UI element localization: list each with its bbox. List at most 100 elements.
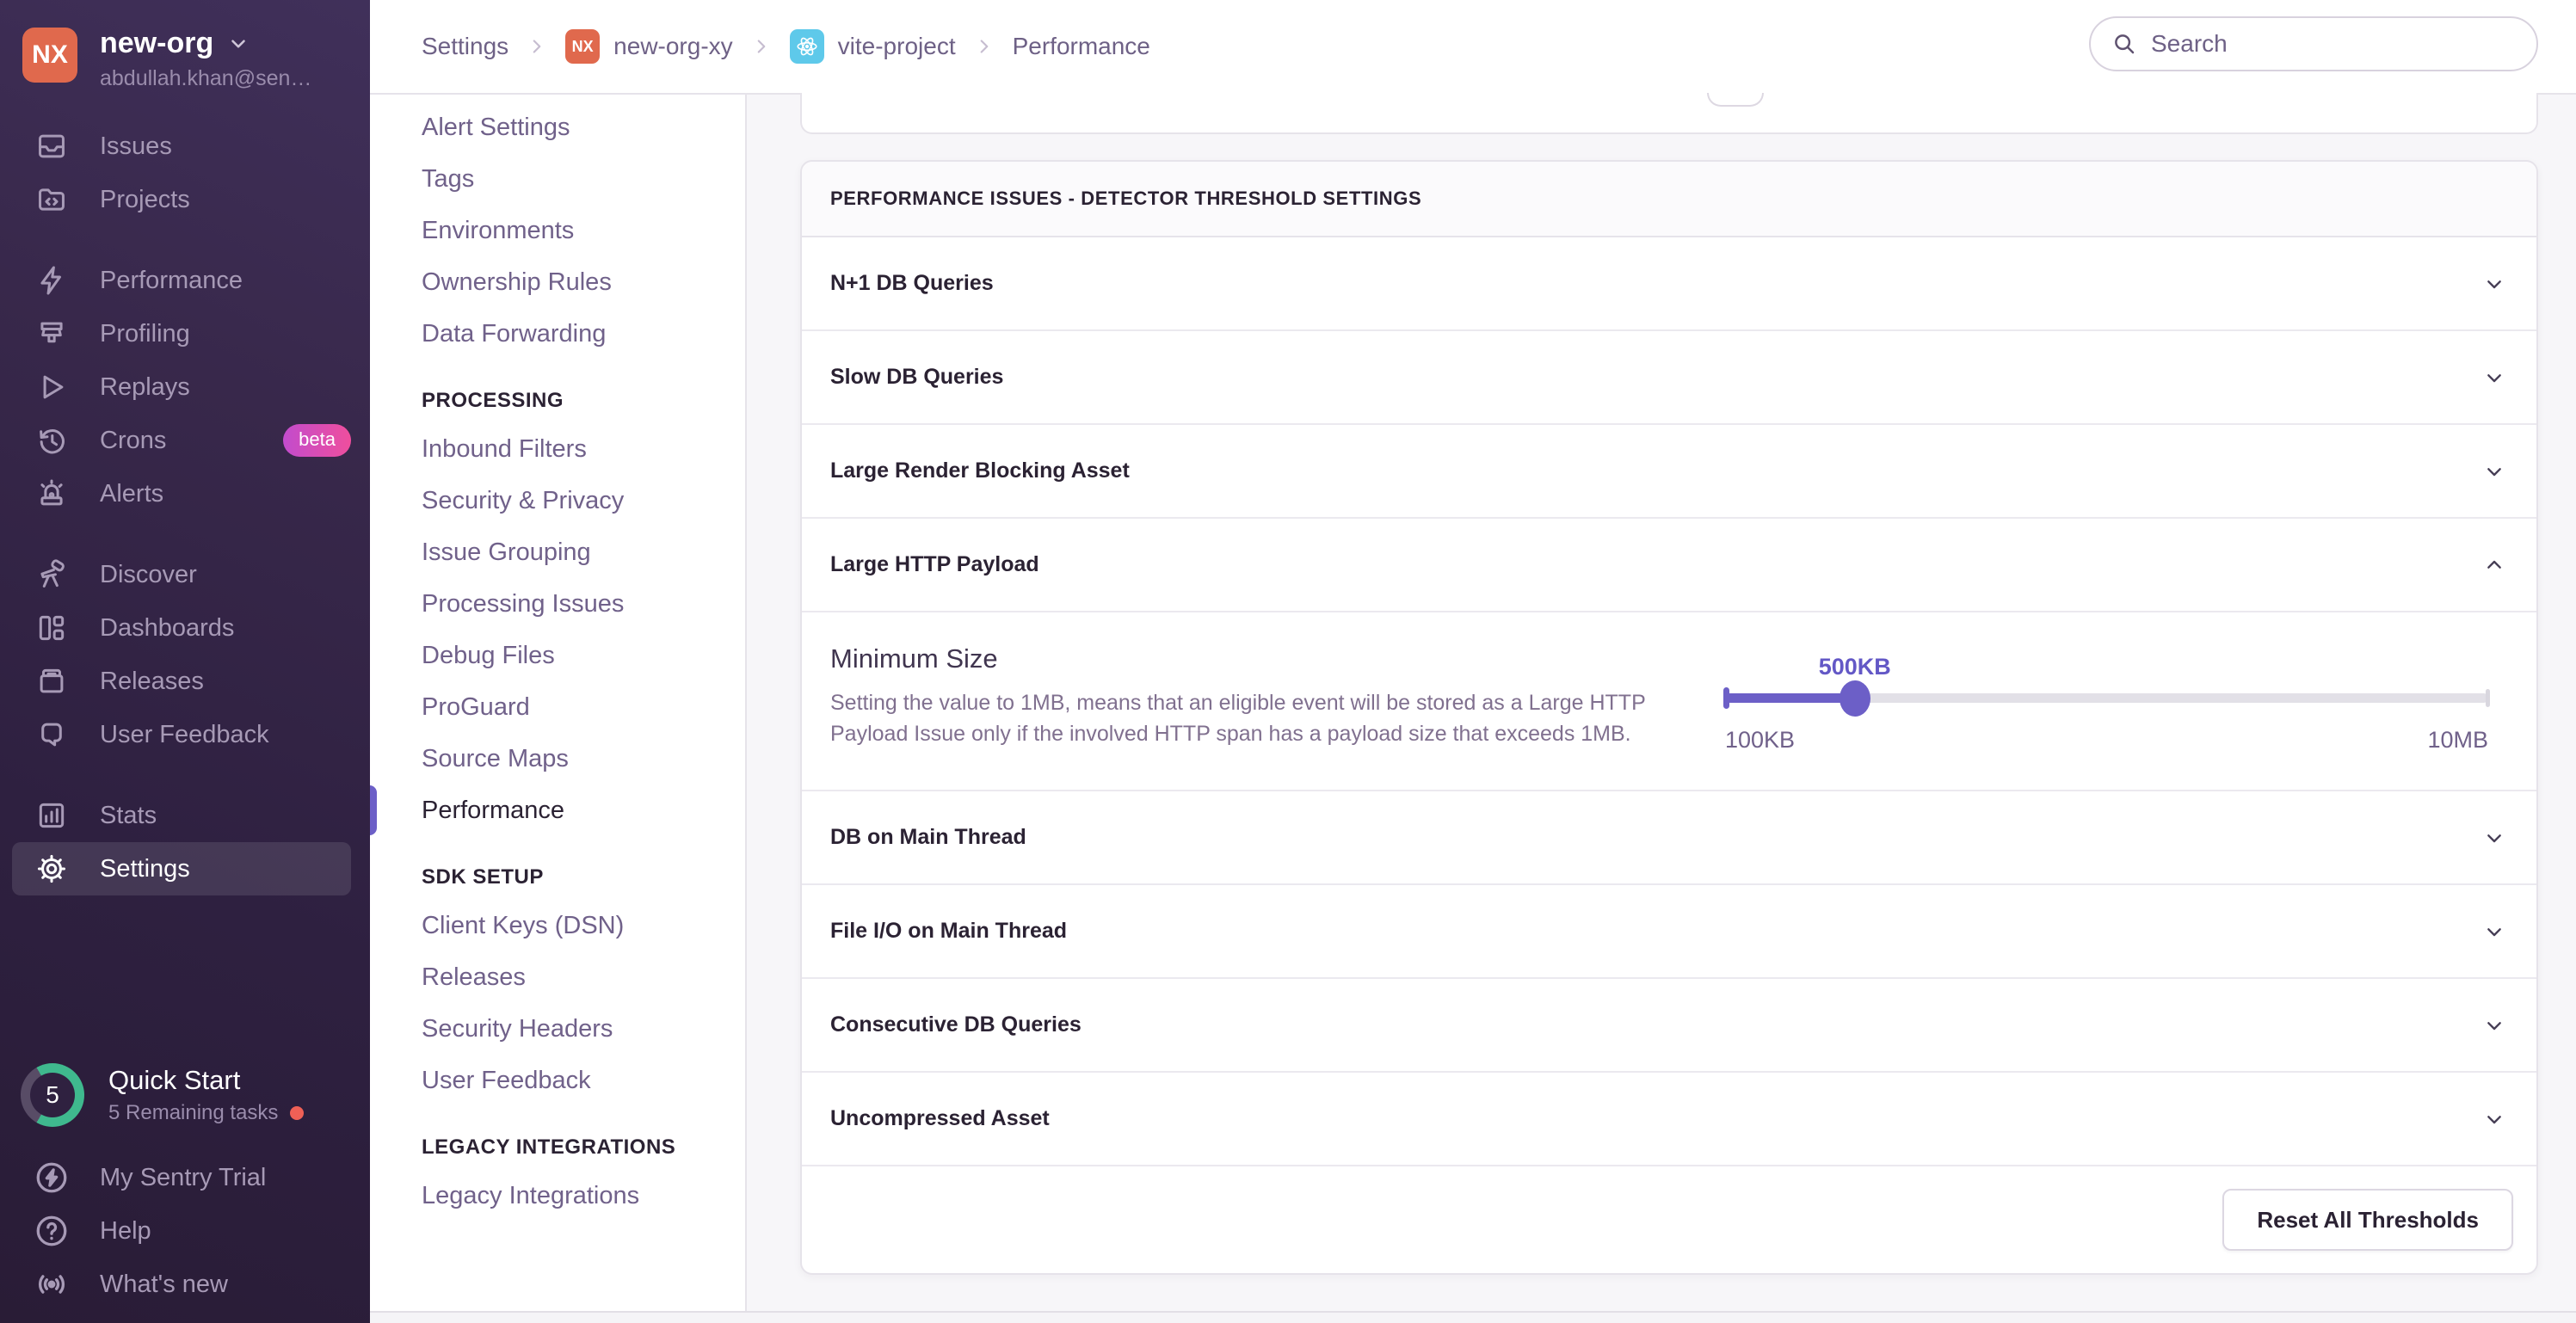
threshold-setting-label: Minimum Size [830, 643, 1649, 674]
top-bar: Settings NX new-org-xy vite-project Perf… [370, 0, 2576, 95]
settings-nav-item-inbound-filters[interactable]: Inbound Filters [370, 423, 745, 475]
minimum-size-slider: 500KB 100KB 10MB [1725, 693, 2488, 754]
sidebar-item-profiling[interactable]: Profiling [0, 307, 370, 360]
chevron-down-icon[interactable] [2480, 1012, 2508, 1039]
search-icon [2111, 31, 2137, 57]
settings-nav-item-security-privacy[interactable]: Security & Privacy [370, 475, 745, 526]
settings-nav-item-source-maps[interactable]: Source Maps [370, 733, 745, 785]
issues-icon [34, 129, 69, 163]
sidebar-bottom: 5 Quick Start 5 Remaining tasks My Sentr… [0, 1063, 370, 1311]
settings-nav-item-alert-settings[interactable]: Alert Settings [370, 102, 745, 153]
chevron-right-icon [526, 35, 548, 58]
slider-left-cap [1723, 687, 1729, 709]
slider-track[interactable] [1725, 693, 2488, 703]
settings-nav-item-tags[interactable]: Tags [370, 153, 745, 205]
settings-nav: Alert Settings Tags Environments Ownersh… [370, 95, 747, 1311]
quickstart-panel[interactable]: 5 Quick Start 5 Remaining tasks [0, 1063, 370, 1127]
chevron-down-icon[interactable] [2480, 918, 2508, 945]
slider-thumb[interactable] [1840, 680, 1870, 717]
chevron-down-icon[interactable] [2480, 458, 2508, 485]
detector-row-large-render-blocking-asset[interactable]: Large Render Blocking Asset [802, 425, 2536, 519]
large-http-payload-settings: Minimum Size Setting the value to 1MB, m… [802, 612, 2536, 791]
chevron-down-icon[interactable] [2480, 364, 2508, 391]
slider-min-label: 100KB [1725, 727, 1795, 754]
settings-nav-header-processing: PROCESSING [370, 378, 745, 423]
settings-nav-item-security-headers[interactable]: Security Headers [370, 1003, 745, 1055]
org-name: new-org [100, 28, 213, 59]
performance-icon [34, 263, 69, 298]
chevron-down-icon[interactable] [2480, 1105, 2508, 1133]
detector-row-large-http-payload[interactable]: Large HTTP Payload [802, 519, 2536, 612]
settings-nav-item-debug-files[interactable]: Debug Files [370, 630, 745, 681]
chevron-down-icon[interactable] [2480, 824, 2508, 852]
broadcast-icon [33, 1265, 71, 1303]
slider-fill [1725, 693, 1855, 703]
chevron-down-icon [227, 33, 250, 55]
detector-threshold-panel: PERFORMANCE ISSUES - DETECTOR THRESHOLD … [800, 160, 2538, 1275]
settings-nav-item-legacy-integrations[interactable]: Legacy Integrations [370, 1170, 745, 1221]
org-switcher[interactable]: NX new-org abdullah.khan@sen… [0, 0, 370, 91]
breadcrumb-page: Performance [1013, 33, 1150, 60]
sidebar-item-discover[interactable]: Discover [0, 548, 370, 601]
crons-icon [34, 423, 69, 458]
sidebar-item-my-sentry-trial[interactable]: My Sentry Trial [0, 1151, 370, 1204]
sidebar-item-settings[interactable]: Settings [12, 842, 351, 895]
settings-nav-item-releases[interactable]: Releases [370, 951, 745, 1003]
gear-icon [34, 852, 69, 886]
detector-row-file-io-on-main-thread[interactable]: File I/O on Main Thread [802, 885, 2536, 979]
projects-icon [34, 182, 69, 217]
detector-row-slow-db-queries[interactable]: Slow DB Queries [802, 331, 2536, 425]
sidebar-item-projects[interactable]: Projects [0, 173, 370, 226]
detector-row-n-plus-one-db-queries[interactable]: N+1 DB Queries [802, 237, 2536, 331]
settings-nav-item-environments[interactable]: Environments [370, 205, 745, 256]
quickstart-title: Quick Start [108, 1065, 304, 1096]
window-bottom-strip [370, 1311, 2576, 1323]
panel-title: PERFORMANCE ISSUES - DETECTOR THRESHOLD … [802, 162, 2536, 237]
sidebar-item-stats[interactable]: Stats [0, 789, 370, 842]
slider-value-label: 500KB [1819, 654, 1891, 680]
reset-all-thresholds-button[interactable]: Reset All Thresholds [2222, 1189, 2513, 1251]
detector-row-consecutive-db-queries[interactable]: Consecutive DB Queries [802, 979, 2536, 1073]
chevron-down-icon[interactable] [2480, 270, 2508, 298]
sidebar-item-dashboards[interactable]: Dashboards [0, 601, 370, 655]
detector-row-db-on-main-thread[interactable]: DB on Main Thread [802, 791, 2536, 885]
sidebar-item-replays[interactable]: Replays [0, 360, 370, 414]
sidebar-item-crons[interactable]: Crons beta [0, 414, 370, 467]
settings-nav-item-ownership-rules[interactable]: Ownership Rules [370, 256, 745, 308]
slider-right-cap [2486, 689, 2490, 707]
sidebar-item-whats-new[interactable]: What's new [0, 1258, 370, 1311]
settings-nav-item-performance[interactable]: Performance [370, 785, 745, 836]
user-feedback-icon [34, 717, 69, 752]
detector-row-uncompressed-asset[interactable]: Uncompressed Asset [802, 1073, 2536, 1166]
breadcrumb-project[interactable]: vite-project [790, 29, 956, 64]
quickstart-subtitle: 5 Remaining tasks [108, 1101, 278, 1125]
sidebar-item-help[interactable]: Help [0, 1204, 370, 1258]
panel-footer: Reset All Thresholds [802, 1166, 2536, 1273]
trial-bolt-icon [33, 1159, 71, 1197]
slider-max-label: 10MB [2427, 727, 2488, 754]
sidebar-item-releases[interactable]: Releases [0, 655, 370, 708]
sidebar-item-performance[interactable]: Performance [0, 254, 370, 307]
settings-nav-item-client-keys[interactable]: Client Keys (DSN) [370, 900, 745, 951]
search-bar[interactable] [2089, 16, 2538, 71]
sidebar-item-alerts[interactable]: Alerts [0, 467, 370, 520]
chevron-up-icon[interactable] [2480, 551, 2508, 579]
breadcrumb-settings[interactable]: Settings [422, 33, 508, 60]
replays-icon [34, 370, 69, 404]
react-project-icon [790, 29, 824, 64]
search-input[interactable] [2151, 30, 2516, 58]
sidebar-item-user-feedback[interactable]: User Feedback [0, 708, 370, 761]
settings-nav-item-user-feedback[interactable]: User Feedback [370, 1055, 745, 1106]
stats-icon [34, 798, 69, 833]
breadcrumb: Settings NX new-org-xy vite-project Perf… [370, 29, 1150, 64]
sidebar-item-issues[interactable]: Issues [0, 120, 370, 173]
settings-nav-header-legacy-integrations: LEGACY INTEGRATIONS [370, 1125, 745, 1170]
breadcrumb-organization[interactable]: NX new-org-xy [565, 29, 732, 64]
previous-panel-partial [800, 93, 2538, 134]
settings-nav-item-data-forwarding[interactable]: Data Forwarding [370, 308, 745, 360]
settings-nav-item-issue-grouping[interactable]: Issue Grouping [370, 526, 745, 578]
collapse-notch[interactable] [1707, 93, 1764, 107]
profiling-icon [34, 317, 69, 351]
settings-nav-item-processing-issues[interactable]: Processing Issues [370, 578, 745, 630]
settings-nav-item-proguard[interactable]: ProGuard [370, 681, 745, 733]
